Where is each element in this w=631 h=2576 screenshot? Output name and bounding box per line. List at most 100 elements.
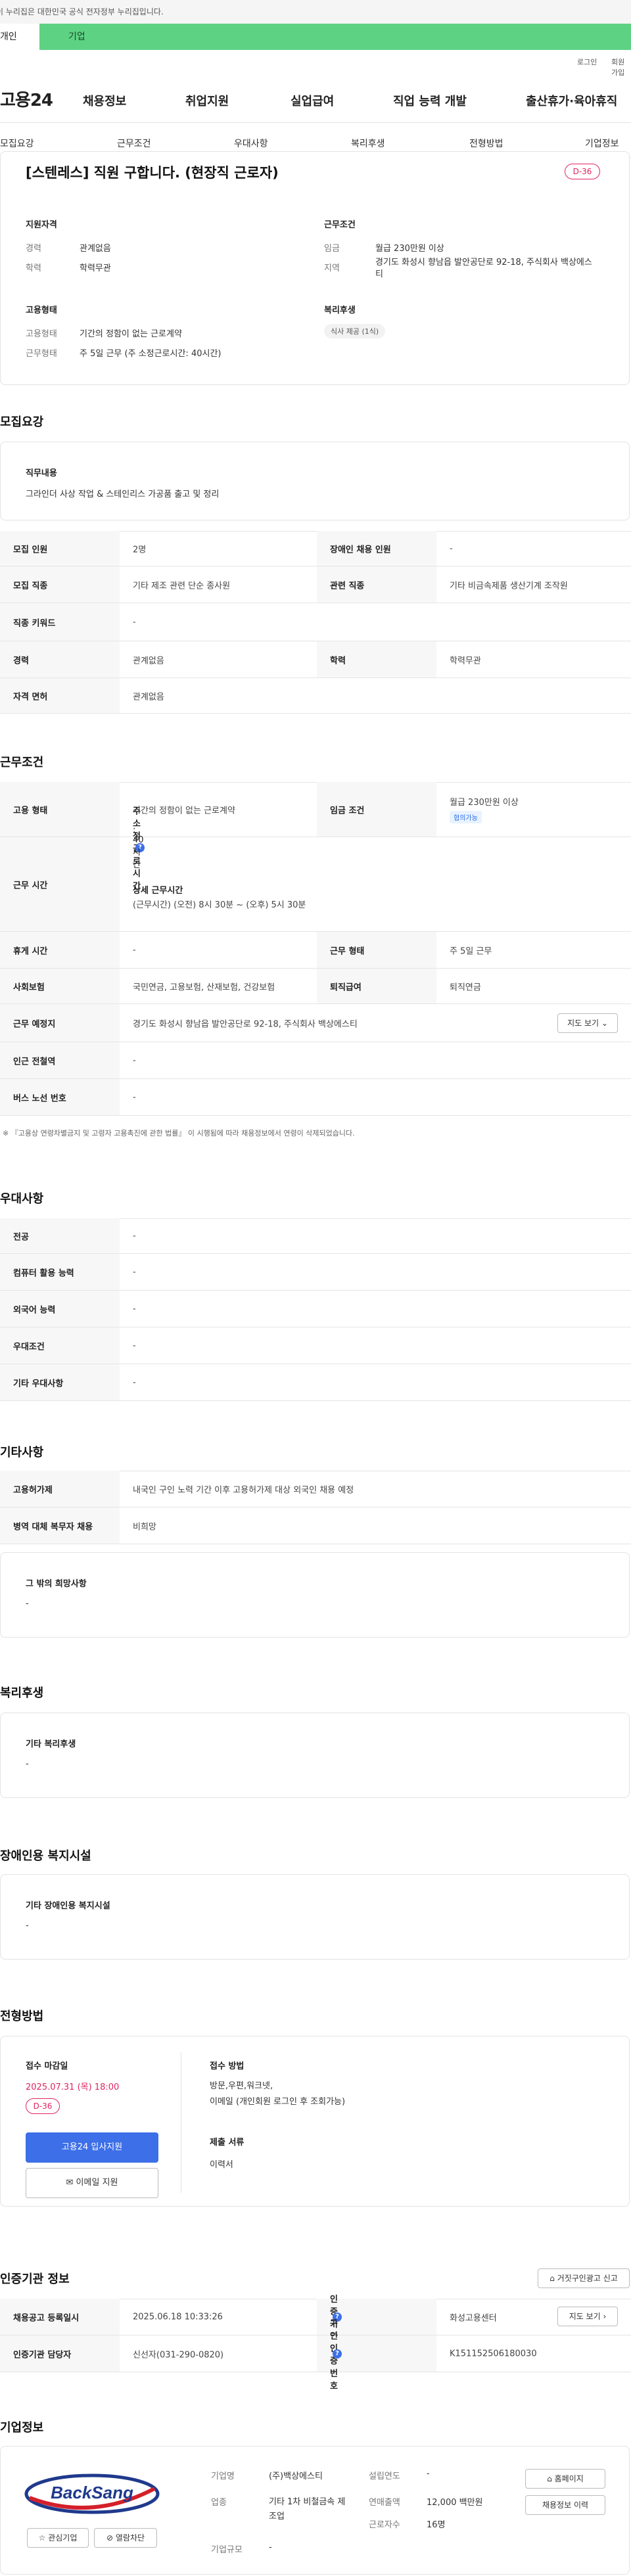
tab-company[interactable]: 기업: [39, 24, 631, 50]
place-value: 경기도 화성시 향남읍 발안공단로 92-18, 주식회사 백상에스티: [133, 1019, 358, 1029]
homepage-label: 홈페이지: [554, 2474, 584, 2483]
report-icon: ⌂: [549, 2274, 555, 2283]
region-label: 지역: [324, 264, 340, 273]
row-value: -: [133, 1377, 136, 1387]
info-icon[interactable]: ?: [333, 2349, 342, 2358]
gnb-employment-support[interactable]: 취업지원: [185, 92, 229, 109]
company-logo-text: BackSang: [51, 2483, 133, 2502]
site-logo[interactable]: 고용24: [0, 87, 53, 111]
login-link[interactable]: 로그인: [577, 57, 597, 67]
edu-value: 학력무관: [80, 264, 111, 273]
welfare-title: 복리후생: [0, 1686, 44, 1700]
other-wish-heading: 그 밖의 희망사항: [26, 1579, 87, 1589]
disabled-title: 장애인용 복지시설: [0, 1849, 91, 1863]
job-title: [스텐레스] 직원 구합니다. (현장직 근로자): [26, 165, 279, 181]
row-label: 직종 키워드: [13, 618, 56, 628]
email-apply-button[interactable]: ✉ 이메일 지원: [26, 2168, 158, 2198]
row-label: 학력: [330, 656, 346, 666]
process-card: 접수 마감일 2025.07.31 (목) 18:00 D-36 고용24 입사…: [0, 2036, 630, 2207]
wage-cond-label: 임금 조건: [330, 806, 365, 816]
table-row: 버스 노선 번호 -: [0, 1079, 631, 1116]
founded-label: 설립연도: [369, 2472, 400, 2481]
row-value: -: [133, 1341, 136, 1350]
job-history-button[interactable]: 채용정보 이력: [525, 2495, 605, 2515]
company-title: 기업정보: [0, 2421, 44, 2435]
section-nav-company[interactable]: 기업정보: [585, 137, 619, 150]
section-nav-work[interactable]: 근무조건: [117, 137, 151, 150]
deadline-value: 2025.07.31 (목) 18:00: [26, 2082, 120, 2092]
welfare-etc-value: -: [26, 1759, 29, 1769]
table-row: 인증기관 담당자 신선자(031-290-0820) 구인인증번호? K1511…: [0, 2319, 631, 2391]
hours-detail-heading: 상세 근무시간: [133, 886, 183, 896]
docs-value: 이력서: [210, 2160, 233, 2170]
table-row: 병역 대체 복무자 채용 비희망: [0, 1507, 631, 1544]
gnb-unemployment-benefit[interactable]: 실업급여: [291, 92, 334, 109]
interest-company-button[interactable]: ☆ 관심기업: [27, 2528, 89, 2548]
industry-value: 기타 1차 비철금속 제조업: [269, 2497, 346, 2521]
row-label: 컴퓨터 활용 능력: [13, 1268, 74, 1278]
welfare-chip: 식사 제공 (1식): [324, 324, 386, 338]
cond-heading: 근무조건: [324, 220, 356, 230]
apply-button[interactable]: 고용24 입사지원: [26, 2132, 158, 2163]
welfare-card: 기타 복리후생 -: [0, 1713, 630, 1798]
signup-link[interactable]: 회원가입: [611, 57, 631, 78]
welfare-etc-heading: 기타 복리후생: [26, 1739, 76, 1749]
emptype-value: 기간의 정함이 없는 근로계약: [80, 329, 182, 339]
row-label: 기타 우대사항: [13, 1379, 64, 1389]
table-row: 휴게 시간 - 근무 형태 주 5일 근무: [0, 932, 631, 969]
header-divider: [0, 122, 631, 123]
section-nav-welfare[interactable]: 복리후생: [351, 137, 385, 150]
duty-card: 직무내용 그라인더 사상 작업 & 스테인리스 가공품 출고 및 정리: [0, 442, 630, 520]
homepage-button[interactable]: ⌂ 홈페이지: [525, 2469, 605, 2489]
table-row: 모집 직종 기타 제조 관련 단순 종사원 관련 직종 기타 비금속제품 생산기…: [0, 566, 631, 603]
reg-value: 2025.06.18 10:33:26: [133, 2312, 223, 2322]
false-ad-report-button[interactable]: ⌂ 거짓구인광고 신고: [538, 2268, 630, 2288]
section-nav-recruit[interactable]: 모집요강: [0, 137, 34, 150]
agency-title: 인증기관 정보: [0, 2272, 70, 2286]
edu-label: 학력: [26, 264, 41, 273]
section-nav-process[interactable]: 전형방법: [469, 137, 503, 150]
station-value: -: [133, 1055, 136, 1065]
gnb-parental-leave[interactable]: 출산휴가·육아휴직: [526, 92, 617, 109]
emptype-label: 고용 형태: [13, 806, 48, 816]
etc-title: 기타사항: [0, 1446, 44, 1460]
wage-cond-value: 월급 230만원 이상: [450, 798, 519, 808]
gov-notice-bar: 이 누리집은 대한민국 공식 전자정부 누리집입니다.: [0, 0, 631, 24]
row-value: 기타 제조 관련 단순 종사원: [133, 581, 231, 591]
career-label: 경력: [26, 244, 41, 254]
row-label: 외국어 능력: [13, 1305, 56, 1315]
gnb-vocational-training[interactable]: 직업 능력 개발: [393, 92, 467, 109]
row-value: 관계없음: [133, 692, 164, 702]
gnb-jobs[interactable]: 채용정보: [83, 92, 126, 109]
emptype-value: 기간의 정함이 없는 근로계약: [133, 806, 235, 816]
gov-notice-text: 이 누리집은 대한민국 공식 전자정부 누리집입니다.: [0, 7, 164, 16]
employees-label: 근로자수: [369, 2520, 400, 2530]
tab-personal[interactable]: 개인: [0, 24, 39, 50]
map-button[interactable]: 지도 보기 ⌄: [557, 1013, 618, 1033]
section-nav-pref[interactable]: 우대사항: [234, 137, 268, 150]
agency-map-button[interactable]: 지도 보기 ›: [557, 2307, 618, 2326]
chevron-right-icon: ›: [603, 2312, 607, 2321]
row-label: 우대조건: [13, 1342, 45, 1352]
table-row: 사회보험 국민연금, 고용보험, 산재보험, 건강보험 퇴직급여 퇴직연금: [0, 969, 631, 1004]
insurance-value: 국민연금, 고용보험, 산재보험, 건강보험: [133, 982, 275, 992]
star-icon: ☆: [38, 2533, 46, 2542]
welfare-heading: 복리후생: [324, 306, 356, 315]
table-row: 외국어 능력 -: [0, 1291, 631, 1327]
table-row: 채용공고 등록일시 2025.06.18 10:33:26 인증기관? 화성고용…: [0, 2295, 631, 2342]
table-row: 전공 -: [0, 1218, 631, 1254]
table-row: 고용 형태 기간의 정함이 없는 근로계약 임금 조건 월급 230만원 이상 …: [0, 782, 631, 837]
manager-value: 신선자(031-290-0820): [133, 2350, 224, 2360]
form-label: 근무 형태: [330, 946, 365, 956]
bus-value: -: [133, 1092, 136, 1102]
email-apply-label: 이메일 지원: [76, 2178, 118, 2188]
company-logo-graphic: BackSang: [24, 2473, 160, 2514]
recruit-title: 모집요강: [0, 415, 44, 429]
block-view-button[interactable]: ⊘ 열람차단: [94, 2528, 157, 2548]
home-icon: ⌂: [547, 2474, 552, 2483]
other-wish-card: 그 밖의 희망사항 -: [0, 1552, 630, 1638]
emp-heading: 고용형태: [26, 306, 57, 315]
row-value: 내국인 구인 노력 기간 이후 고용허가제 대상 외국인 채용 예정: [133, 1485, 354, 1495]
row-value: -: [133, 1231, 136, 1241]
industry-label: 업종: [211, 2498, 227, 2508]
